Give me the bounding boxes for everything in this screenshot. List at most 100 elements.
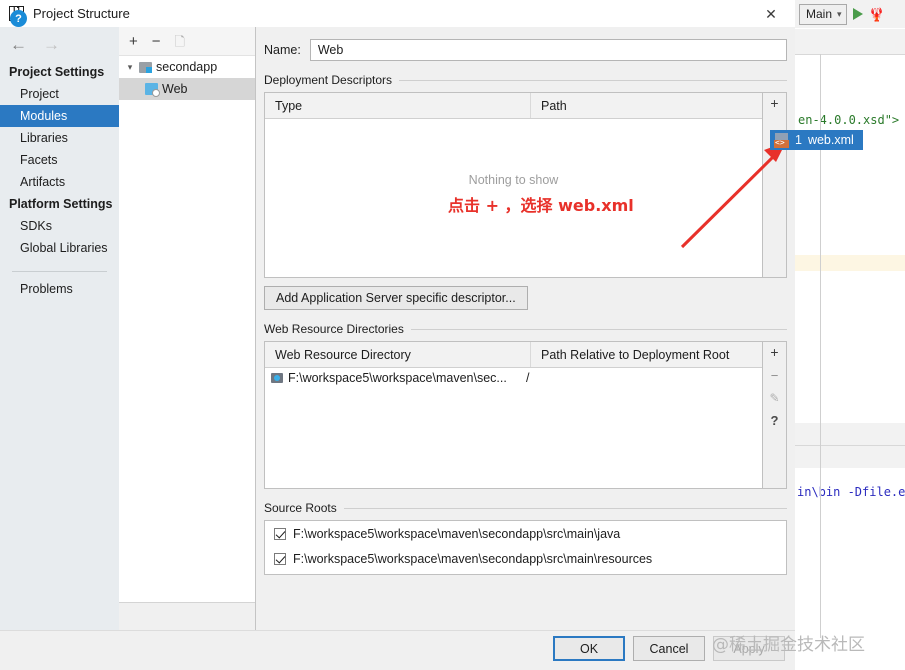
divider [12,271,107,272]
web-xml-suggestion-popup[interactable]: 1 web.xml [770,130,863,150]
table-body: F:\workspace5\workspace\maven\sec... / [265,368,762,387]
ide-tab-strip [795,29,905,54]
divider [795,54,905,55]
deployment-descriptors-section: Deployment Descriptors Type Path Nothing… [264,73,787,278]
close-icon[interactable]: ✕ [756,4,786,24]
sidebar-item-modules[interactable]: Modules [0,105,119,127]
deployment-descriptors-title: Deployment Descriptors [264,73,393,87]
list-item[interactable]: F:\workspace5\workspace\maven\secondapp\… [265,546,786,571]
sidebar-item-facets[interactable]: Facets [0,149,119,171]
empty-state-message: Nothing to show [468,173,559,187]
tree-node-secondapp[interactable]: ▾ secondapp [119,56,255,78]
module-tree-toolbar: + − 🗋 [119,27,255,56]
run-icon[interactable] [852,8,863,20]
nav-history-controls: ← → [0,27,119,61]
ide-code-fragment-2: in\bin -Dfile.e [797,485,905,499]
sidebar-item-libraries[interactable]: Libraries [0,127,119,149]
web-resource-directories-section: Web Resource Directories Web Resource Di… [264,322,787,489]
sidebar-item-project[interactable]: Project [0,83,119,105]
deployment-descriptors-table: Type Path Nothing to show [264,92,763,278]
project-structure-dialog: Project Structure ✕ ← → Project Settings… [0,0,795,670]
copy-icon[interactable]: 🗋 [175,35,185,48]
list-item[interactable]: F:\workspace5\workspace\maven\secondapp\… [265,521,786,546]
module-tree-pane: + − 🗋 ▾ secondapp Web [119,27,256,631]
ide-code-fragment-1: en-4.0.0.xsd"> [798,113,900,127]
dialog-title: Project Structure [33,6,130,21]
sidebar-item-global-libraries[interactable]: Global Libraries [0,237,119,259]
chevron-down-icon: ▾ [837,8,842,19]
source-root-path: F:\workspace5\workspace\maven\secondapp\… [293,551,653,566]
watermark: @稀土掘金技术社区 [712,635,865,655]
ide-run-toolbar: Main ▾ 🦞 [795,0,905,29]
source-root-checkbox[interactable] [274,527,286,540]
dialog-titlebar: Project Structure [0,0,795,28]
web-facet-icon [145,83,160,97]
popup-item-index: 1 [795,133,802,147]
deployment-descriptors-table-wrap: Type Path Nothing to show + ✎ [264,92,787,278]
facet-settings-content: Name: Web Deployment Descriptors Type Pa… [256,27,795,631]
ide-panel-header [795,423,905,445]
name-field-row: Name: Web [256,27,795,61]
divider [410,328,787,330]
ok-button[interactable]: OK [553,636,625,661]
source-roots-title: Source Roots [264,501,337,515]
popup-item-label: web.xml [807,133,854,147]
ide-highlight-band [795,255,905,271]
source-roots-section: Source Roots F:\workspace5\workspace\mav… [264,501,787,575]
source-root-checkbox[interactable] [274,552,286,565]
tree-node-web[interactable]: Web [119,78,255,100]
directory-icon [271,372,283,383]
add-descriptor-button[interactable]: + [770,96,778,110]
column-header-path[interactable]: Path [531,93,762,118]
section-header: Web Resource Directories [264,322,787,336]
xml-file-icon [774,132,789,148]
table-header: Web Resource Directory Path Relative to … [265,342,762,368]
source-root-path: F:\workspace5\workspace\maven\secondapp\… [293,526,621,541]
add-application-server-descriptor-button[interactable]: Add Application Server specific descript… [264,286,528,310]
tree-pane-footer [119,602,255,631]
chevron-down-icon[interactable]: ▾ [125,62,135,73]
help-icon[interactable]: ? [771,414,779,427]
column-header-web-resource-directory[interactable]: Web Resource Directory [265,342,531,367]
sidebar-item-artifacts[interactable]: Artifacts [0,171,119,193]
section-header: Deployment Descriptors [264,73,787,87]
arrow-left-icon[interactable]: ← [10,36,27,53]
directory-path: F:\workspace5\workspace\maven\sec... [288,370,507,385]
name-input[interactable]: Web [309,39,787,61]
column-header-relative-path[interactable]: Path Relative to Deployment Root [531,342,762,367]
remove-module-button[interactable]: − [152,34,161,49]
source-roots-list: F:\workspace5\workspace\maven\secondapp\… [264,520,787,575]
deployment-descriptors-actions: + ✎ [763,92,787,278]
add-module-button[interactable]: + [129,34,138,49]
web-resource-directories-title: Web Resource Directories [264,322,404,336]
web-resource-directories-table: Web Resource Directory Path Relative to … [264,341,763,489]
pencil-icon[interactable]: ✎ [769,392,779,404]
annotation-text: 点击 + ，选择 web.xml [448,196,634,215]
column-header-type[interactable]: Type [265,93,531,118]
relative-path-cell: / [526,370,530,385]
nav-group-platform-settings: Platform Settings [9,197,113,211]
add-web-resource-button[interactable]: + [770,345,778,359]
divider [343,507,787,509]
cancel-button[interactable]: Cancel [633,636,705,661]
settings-navigation-pane: ← → Project Settings Project Modules Lib… [0,27,119,631]
add-app-server-descriptor-row: Add Application Server specific descript… [264,286,787,310]
sidebar-item-sdks[interactable]: SDKs [0,215,119,237]
table-row[interactable]: F:\workspace5\workspace\maven\sec... / [265,368,762,387]
ide-panel-subheader [795,446,905,468]
web-resource-actions: + − ✎ ? [763,341,787,489]
arrow-right-icon[interactable]: → [43,36,60,53]
help-icon[interactable]: ? [10,10,27,27]
name-label: Name: [264,43,301,57]
table-header: Type Path [265,93,762,119]
sidebar-item-problems[interactable]: Problems [0,278,119,300]
module-folder-icon [139,61,152,73]
tree-node-label: secondapp [156,60,218,74]
divider [399,79,787,81]
run-configuration-selector[interactable]: Main ▾ [799,3,847,25]
remove-web-resource-button[interactable]: − [771,369,779,382]
nav-group-project-settings: Project Settings [9,65,105,79]
run-configuration-label: Main [806,7,833,21]
debug-icon[interactable]: 🦞 [869,8,885,21]
web-resource-directory-cell: F:\workspace5\workspace\maven\sec... [265,371,520,385]
